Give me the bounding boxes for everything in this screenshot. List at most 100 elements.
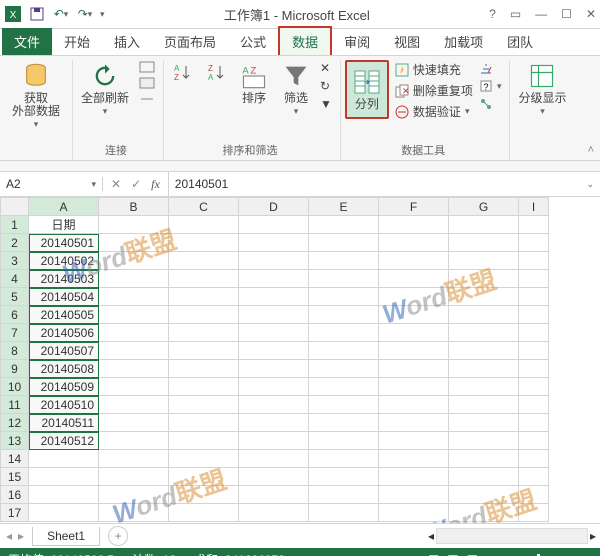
- row-header[interactable]: 14: [1, 450, 29, 468]
- cell[interactable]: [309, 432, 379, 450]
- cell[interactable]: [99, 252, 169, 270]
- table-row[interactable]: 920140508: [1, 360, 549, 378]
- cell[interactable]: [449, 432, 519, 450]
- cell[interactable]: [99, 216, 169, 234]
- row-header[interactable]: 6: [1, 306, 29, 324]
- row-header[interactable]: 17: [1, 504, 29, 522]
- cell[interactable]: [519, 234, 549, 252]
- flash-fill-button[interactable]: 快速填充: [395, 60, 473, 79]
- cell[interactable]: [519, 216, 549, 234]
- cell[interactable]: [169, 468, 239, 486]
- cell[interactable]: 20140512: [29, 432, 99, 450]
- cell[interactable]: [449, 504, 519, 522]
- fx-icon[interactable]: fx: [151, 177, 160, 192]
- connections-icon[interactable]: [139, 60, 155, 74]
- cell[interactable]: [449, 306, 519, 324]
- row-header[interactable]: 11: [1, 396, 29, 414]
- ribbon-collapse-icon[interactable]: ˄: [588, 144, 594, 156]
- minimize-icon[interactable]: —: [535, 7, 547, 21]
- cell[interactable]: [519, 504, 549, 522]
- cell[interactable]: [239, 504, 309, 522]
- table-row[interactable]: 1220140511: [1, 414, 549, 432]
- horizontal-scrollbar[interactable]: ◂ ▸: [136, 528, 600, 544]
- cell[interactable]: [239, 378, 309, 396]
- cell[interactable]: [309, 324, 379, 342]
- qat-customize-icon[interactable]: ▾: [100, 9, 105, 20]
- cell[interactable]: [449, 486, 519, 504]
- cell[interactable]: [239, 306, 309, 324]
- cell[interactable]: [239, 360, 309, 378]
- table-row[interactable]: 620140505: [1, 306, 549, 324]
- col-header-d[interactable]: D: [239, 198, 309, 216]
- tab-team[interactable]: 团队: [495, 28, 545, 55]
- cell[interactable]: [99, 342, 169, 360]
- scroll-track[interactable]: [436, 528, 588, 544]
- cell[interactable]: [29, 486, 99, 504]
- cell[interactable]: [99, 468, 169, 486]
- scroll-left-icon[interactable]: ◂: [428, 529, 434, 543]
- cell[interactable]: [309, 288, 379, 306]
- cell[interactable]: 20140506: [29, 324, 99, 342]
- cell[interactable]: 日期: [29, 216, 99, 234]
- cell[interactable]: [169, 288, 239, 306]
- cell[interactable]: [379, 306, 449, 324]
- cell[interactable]: [309, 216, 379, 234]
- cell[interactable]: [99, 450, 169, 468]
- relationships-icon[interactable]: [479, 96, 502, 112]
- tab-data[interactable]: 数据: [278, 26, 332, 55]
- cell[interactable]: [519, 486, 549, 504]
- cell[interactable]: [29, 450, 99, 468]
- cell[interactable]: [519, 270, 549, 288]
- properties-icon[interactable]: [139, 76, 155, 90]
- cell[interactable]: 20140511: [29, 414, 99, 432]
- cell[interactable]: [519, 306, 549, 324]
- cell[interactable]: [449, 450, 519, 468]
- tab-layout[interactable]: 页面布局: [152, 28, 228, 55]
- cell[interactable]: [379, 432, 449, 450]
- cell[interactable]: 20140501: [29, 234, 99, 252]
- cell[interactable]: [99, 306, 169, 324]
- cell[interactable]: [239, 234, 309, 252]
- cell[interactable]: 20140509: [29, 378, 99, 396]
- data-validation-button[interactable]: 数据验证 ▾: [395, 102, 473, 121]
- formula-expand-icon[interactable]: ⌄: [580, 179, 600, 190]
- cell[interactable]: [379, 504, 449, 522]
- namebox-dropdown-icon[interactable]: ▾: [91, 179, 96, 190]
- cell[interactable]: [519, 360, 549, 378]
- sort-button[interactable]: AZ 排序: [236, 60, 272, 107]
- cell[interactable]: 20140510: [29, 396, 99, 414]
- cell[interactable]: [169, 252, 239, 270]
- clear-filter-icon[interactable]: ✕: [320, 60, 332, 76]
- cell[interactable]: [99, 414, 169, 432]
- cell[interactable]: [449, 396, 519, 414]
- view-normal-icon[interactable]: ▦: [428, 552, 439, 556]
- cell[interactable]: [99, 288, 169, 306]
- cell[interactable]: [309, 252, 379, 270]
- cell[interactable]: [99, 234, 169, 252]
- cell[interactable]: [169, 270, 239, 288]
- cell[interactable]: [449, 252, 519, 270]
- cell[interactable]: [449, 324, 519, 342]
- ribbon-display-icon[interactable]: ▭: [510, 7, 521, 21]
- cell[interactable]: [449, 270, 519, 288]
- formula-input[interactable]: 20140501: [168, 172, 581, 196]
- cell[interactable]: [169, 360, 239, 378]
- cell[interactable]: [449, 360, 519, 378]
- col-header-e[interactable]: E: [309, 198, 379, 216]
- table-row[interactable]: 320140502: [1, 252, 549, 270]
- table-row[interactable]: 1120140510: [1, 396, 549, 414]
- cell[interactable]: [379, 414, 449, 432]
- save-icon[interactable]: [28, 5, 46, 23]
- cell[interactable]: [169, 234, 239, 252]
- cell[interactable]: [169, 306, 239, 324]
- row-header[interactable]: 13: [1, 432, 29, 450]
- remove-duplicates-button[interactable]: ✕删除重复项: [395, 81, 473, 100]
- cell[interactable]: [99, 378, 169, 396]
- cell[interactable]: [379, 378, 449, 396]
- cell[interactable]: [239, 486, 309, 504]
- reapply-icon[interactable]: ↻: [320, 78, 332, 94]
- advanced-icon[interactable]: ▼: [320, 96, 332, 112]
- consolidate-icon[interactable]: [479, 60, 502, 76]
- tab-formula[interactable]: 公式: [228, 28, 278, 55]
- cell[interactable]: [379, 342, 449, 360]
